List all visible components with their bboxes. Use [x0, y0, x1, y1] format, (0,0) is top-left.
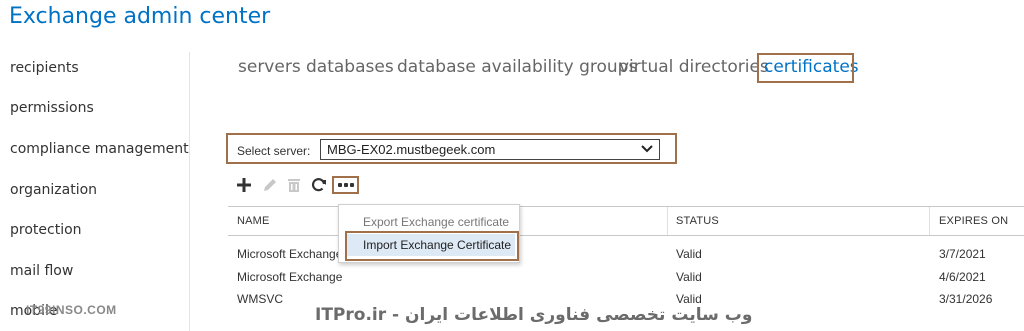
add-icon[interactable]	[235, 176, 253, 194]
refresh-icon[interactable]	[310, 176, 328, 194]
cell-status: Valid	[676, 270, 702, 284]
nav-item-compliance-management[interactable]: compliance management	[10, 141, 189, 157]
menu-item-export-certificate[interactable]: Export Exchange certificate	[363, 215, 509, 229]
left-navigation: recipients permissions compliance manage…	[0, 0, 190, 331]
cell-status: Valid	[676, 247, 702, 261]
column-separator	[929, 207, 930, 235]
certificates-tab-highlight	[757, 53, 854, 83]
import-item-highlight	[345, 231, 519, 261]
cell-name: Microsoft Exchange	[237, 270, 343, 284]
server-select-value: MBG-EX02.mustbegeek.com	[327, 142, 496, 157]
nav-item-mail-flow[interactable]: mail flow	[10, 263, 73, 279]
nav-item-permissions[interactable]: permissions	[10, 100, 94, 116]
nav-item-recipients[interactable]: recipients	[10, 60, 79, 76]
watermark-left: IT99INSO.COM	[26, 303, 117, 317]
cell-expires: 3/31/2026	[939, 292, 993, 306]
cell-name: WMSVC	[237, 292, 283, 306]
tab-database-availability-groups[interactable]: database availability groups	[397, 57, 637, 77]
nav-item-organization[interactable]: organization	[10, 182, 97, 198]
watermark-right: ITPro.ir - وب سایت تخصصی فناوری اطلاعات …	[315, 305, 753, 325]
cell-expires: 4/6/2021	[939, 270, 986, 284]
cell-name: Microsoft Exchange	[237, 247, 343, 261]
delete-icon[interactable]	[285, 176, 303, 194]
column-header-status[interactable]: STATUS	[676, 215, 719, 227]
select-server-label: Select server:	[237, 144, 311, 158]
cell-status: Valid	[676, 292, 702, 306]
column-separator	[667, 207, 668, 235]
server-select[interactable]: MBG-EX02.mustbegeek.com	[320, 139, 660, 160]
column-header-name[interactable]: NAME	[237, 215, 270, 227]
nav-item-protection[interactable]: protection	[10, 222, 82, 238]
edit-icon[interactable]	[261, 176, 279, 194]
chevron-down-icon	[641, 145, 653, 153]
tab-servers[interactable]: servers	[238, 57, 301, 77]
nav-divider	[189, 52, 190, 331]
cell-expires: 3/7/2021	[939, 247, 986, 261]
tab-databases[interactable]: databases	[306, 57, 394, 77]
column-header-expires-on[interactable]: EXPIRES ON	[939, 215, 1008, 227]
tab-virtual-directories[interactable]: virtual directories	[619, 57, 769, 77]
more-button-highlight	[332, 176, 359, 194]
